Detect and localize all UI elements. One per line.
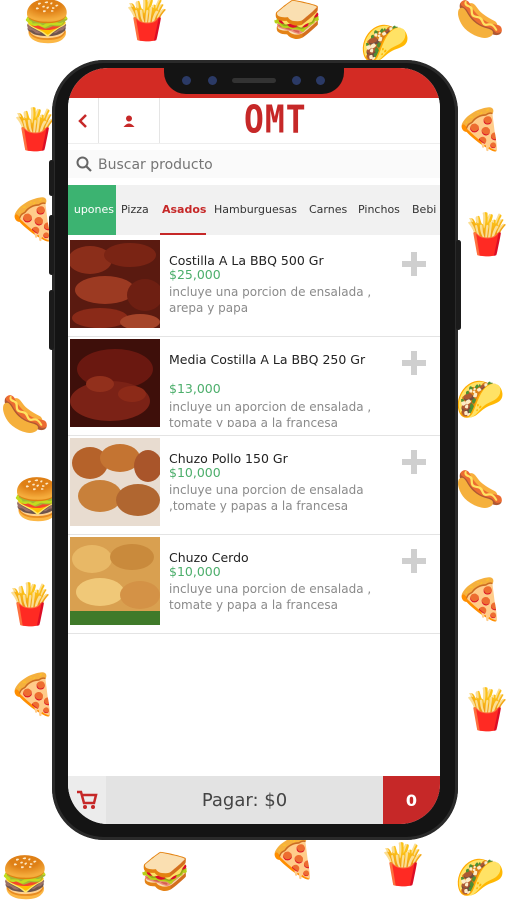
phone-volume-down-button [49,290,54,350]
sensor-icon [292,76,301,85]
tab-bebidas[interactable]: Bebi [412,185,436,235]
pizza-doodle: 🍕 [268,835,318,881]
fries-doodle: 🍟 [378,842,428,888]
product-item[interactable]: Media Costilla A La BBQ 250 Gr $13,000 i… [68,339,440,436]
sandwich-doodle: 🥪 [272,0,322,43]
app-logo: OMT [244,97,307,142]
pizza-doodle: 🍕 [455,577,505,623]
cart-button[interactable] [68,776,106,824]
product-item[interactable]: Costilla A La BBQ 500 Gr $25,000 incluye… [68,240,440,337]
phone-notch [164,68,344,94]
pizza-doodle: 🍕 [455,107,505,153]
tab-asados[interactable]: Asados [162,185,206,235]
taco-doodle: 🌮 [455,855,505,901]
sensor-icon [208,76,217,85]
top-bar: OMT [68,97,440,144]
sandwich-doodle: 🥪 [140,849,190,895]
phone-side-button [49,160,54,196]
product-description: incluye una porcion de ensalada , tomate… [169,582,372,612]
product-image [70,438,160,526]
product-name: Media Costilla A La BBQ 250 Gr [169,352,366,367]
app-screen: OMT upones Pizza Asados Hamburguesas Car… [68,68,440,824]
product-price: $10,000 [169,564,221,579]
product-name: Costilla A La BBQ 500 Gr [169,253,324,268]
product-price: $25,000 [169,267,221,282]
back-button[interactable] [68,98,99,143]
cart-count-badge[interactable]: 0 [383,776,440,824]
phone-power-button [456,240,461,330]
product-name: Chuzo Cerdo [169,550,249,565]
add-to-cart-button[interactable] [402,351,426,375]
fries-doodle: 🍟 [462,687,507,733]
add-to-cart-button[interactable] [402,450,426,474]
pay-button[interactable]: Pagar: $0 [106,776,383,824]
product-item[interactable]: Chuzo Pollo 150 Gr $10,000 incluye una p… [68,438,440,535]
checkout-bar: Pagar: $0 0 [68,776,440,824]
fries-doodle: 🍟 [122,0,172,43]
taco-doodle: 🌮 [360,21,410,67]
burger-doodle: 🍔 [22,0,72,45]
burger-doodle: 🍔 [0,855,50,901]
add-to-cart-button[interactable] [402,549,426,573]
taco-doodle: 🌮 [455,377,505,423]
product-image [70,537,160,625]
active-tab-indicator [160,233,206,235]
chevron-left-icon [78,113,87,128]
user-button[interactable] [99,98,160,143]
phone-volume-up-button [49,215,54,275]
product-description: incluye una porcion de ensalada , arepa … [169,285,372,315]
hotdog-doodle: 🌭 [455,0,505,43]
product-description: incluye un aporcion de ensalada , tomate… [169,400,372,427]
product-price: $10,000 [169,465,221,480]
tab-hamburguesas[interactable]: Hamburguesas [214,185,297,235]
product-item[interactable]: Chuzo Cerdo $10,000 incluye una porcion … [68,537,440,634]
user-icon [123,115,135,127]
add-to-cart-button[interactable] [402,252,426,276]
search-icon [76,156,92,172]
cart-icon [77,790,98,809]
pizza-doodle: 🍕 [8,672,58,718]
fries-doodle: 🍟 [462,212,507,258]
tab-carnes[interactable]: Carnes [309,185,347,235]
tab-pizza[interactable]: Pizza [121,185,149,235]
hotdog-doodle: 🌭 [0,392,50,438]
speaker-grille [232,78,276,83]
camera-icon [182,76,191,85]
product-name: Chuzo Pollo 150 Gr [169,451,288,466]
product-price: $13,000 [169,381,221,396]
tab-cupones[interactable]: upones [68,185,116,235]
product-image [70,240,160,328]
search-bar [68,150,440,178]
product-description: incluye una porcion de ensalada ,tomate … [169,483,364,513]
hotdog-doodle: 🌭 [455,467,505,513]
search-input[interactable] [96,153,430,177]
fries-doodle: 🍟 [5,582,55,628]
product-image [70,339,160,427]
tab-pinchos[interactable]: Pinchos [358,185,400,235]
category-tabs: upones Pizza Asados Hamburguesas Carnes … [68,185,440,235]
camera-icon [316,76,325,85]
